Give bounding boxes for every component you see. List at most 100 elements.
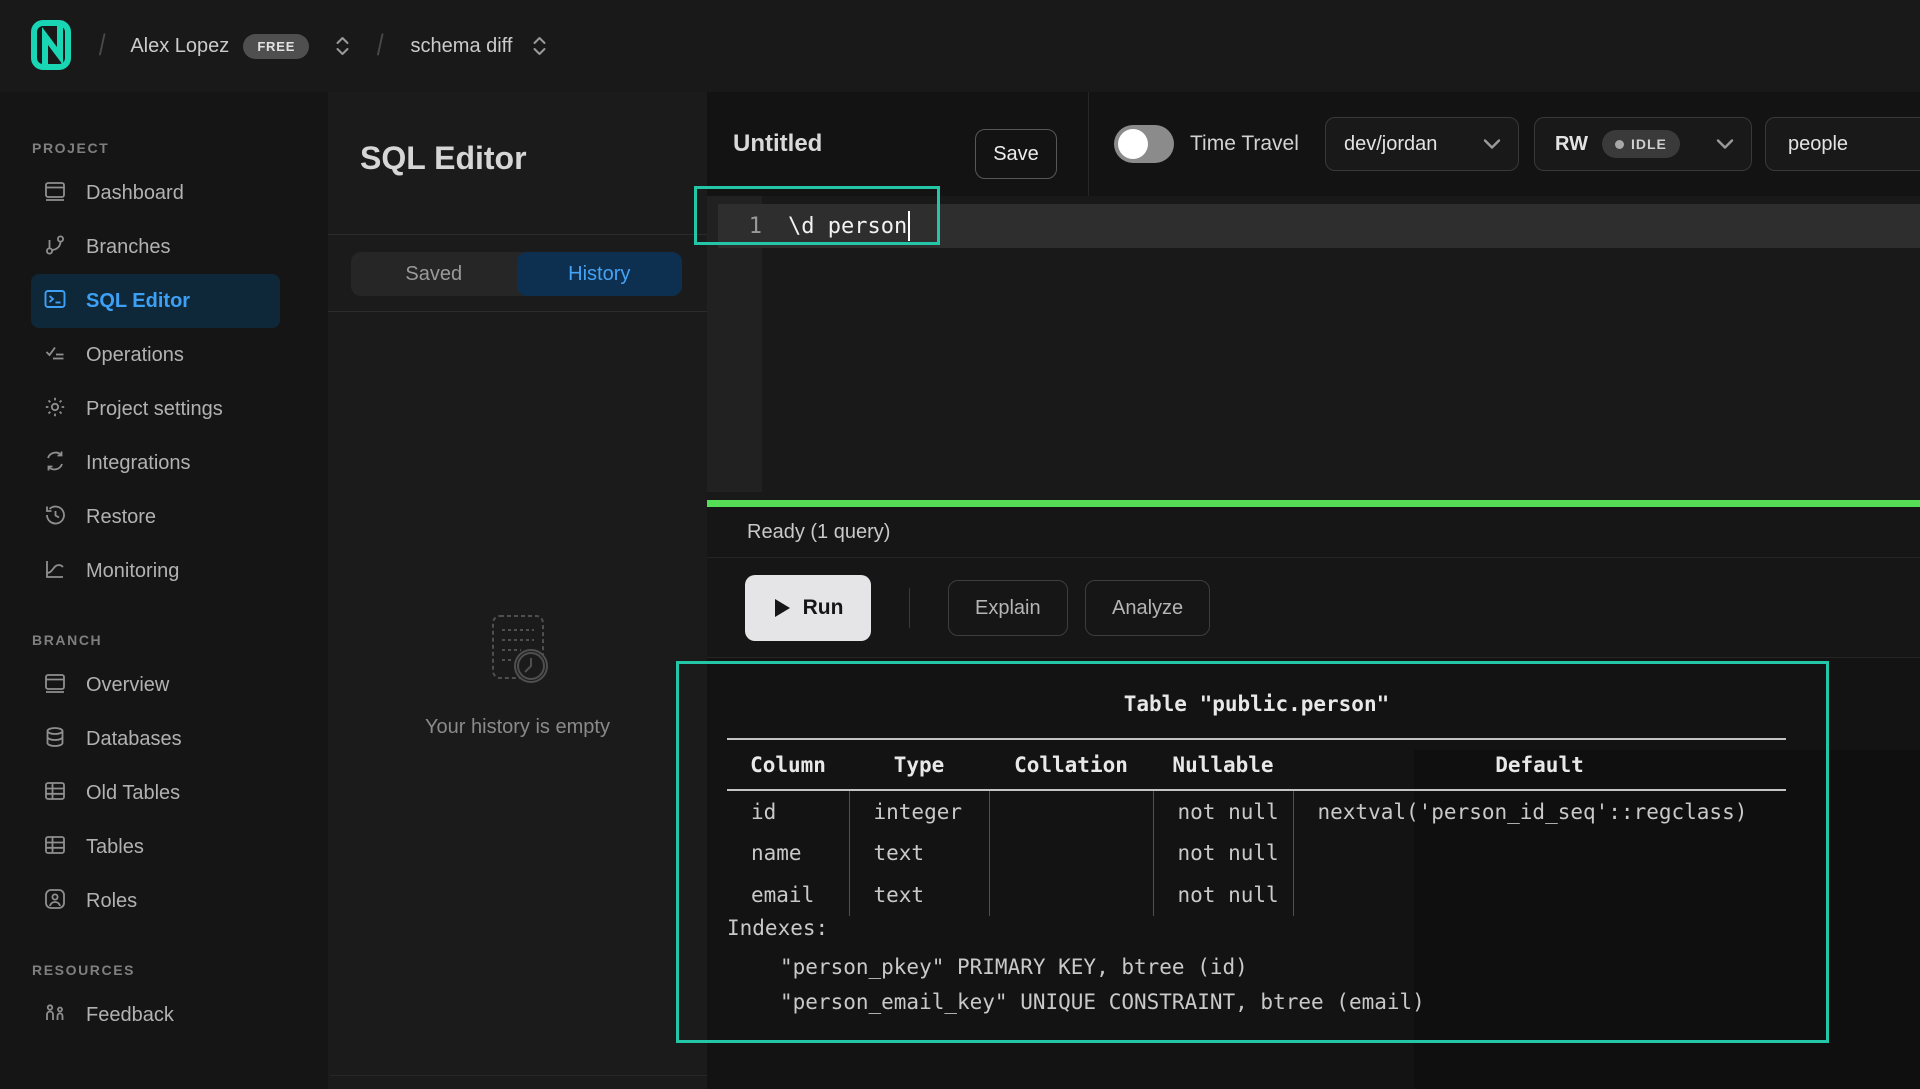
sidebar-item-sql-editor[interactable]: SQL Editor — [31, 274, 280, 328]
column-header: Collation — [989, 739, 1153, 790]
sql-editor-icon — [43, 287, 67, 316]
empty-history-icon — [481, 612, 555, 690]
time-travel-label: Time Travel — [1190, 132, 1299, 156]
sidebar-nav: PROJECT Dashboard Branches SQL Editor Op… — [0, 92, 328, 1089]
sidebar-item-project-settings[interactable]: Project settings — [31, 382, 280, 436]
sidebar-item-overview[interactable]: Overview — [31, 658, 280, 712]
result-table-header-row: Column Type Collation Nullable Default — [727, 739, 1786, 790]
sidebar-item-old-tables[interactable]: Old Tables — [31, 766, 280, 820]
chevron-down-icon — [1482, 138, 1502, 150]
project-switcher-chevrons-icon[interactable] — [335, 34, 350, 58]
empty-history-text: Your history is empty — [328, 716, 707, 739]
column-header: Column — [727, 739, 849, 790]
sidebar-item-label: Old Tables — [86, 782, 180, 805]
overview-icon — [43, 671, 67, 700]
branch-switcher-chevrons-icon[interactable] — [532, 34, 547, 58]
compute-status-text: IDLE — [1631, 136, 1667, 152]
column-header: Nullable — [1153, 739, 1293, 790]
operations-checklist-icon — [43, 341, 67, 370]
cell-column: name — [727, 832, 849, 874]
tab-history[interactable]: History — [517, 252, 683, 296]
table-row: id integer not null nextval('person_id_s… — [727, 790, 1786, 832]
sidebar-item-dashboard[interactable]: Dashboard — [31, 166, 280, 220]
editor-header: Untitled Save Time Travel dev/jordan RW … — [707, 92, 1920, 196]
sidebar-item-label: Feedback — [86, 1004, 174, 1027]
line-number: 1 — [718, 214, 762, 239]
neon-logo-icon[interactable] — [30, 20, 74, 72]
column-header: Type — [849, 739, 989, 790]
sidebar-item-roles[interactable]: Roles — [31, 874, 280, 928]
sidebar-item-label: SQL Editor — [86, 290, 190, 313]
plan-badge: FREE — [243, 34, 309, 59]
branch-breadcrumb[interactable]: schema diff — [411, 35, 513, 58]
table-icon — [43, 779, 67, 808]
sidebar-item-tables[interactable]: Tables — [31, 820, 280, 874]
breadcrumb-separator: / — [99, 29, 106, 63]
editor-active-line[interactable]: 1 \d person — [718, 204, 1920, 248]
git-branch-icon — [43, 233, 67, 262]
save-button[interactable]: Save — [975, 129, 1057, 179]
header-divider — [1088, 92, 1089, 196]
status-row: Ready (1 query) — [707, 507, 1920, 558]
query-title[interactable]: Untitled — [733, 130, 822, 158]
user-name[interactable]: Alex Lopez — [130, 35, 229, 58]
sidebar-item-label: Dashboard — [86, 182, 184, 205]
index-entry: "person_email_key" UNIQUE CONSTRAINT, bt… — [780, 990, 1425, 1014]
branch-select[interactable]: dev/jordan — [1325, 117, 1519, 171]
tabs-row: Saved History — [328, 235, 707, 312]
sidebar-item-monitoring[interactable]: Monitoring — [31, 544, 280, 598]
chevron-down-icon — [1715, 138, 1735, 150]
cell-collation — [989, 832, 1153, 874]
cell-nullable: not null — [1153, 790, 1293, 832]
sidebar-item-label: Databases — [86, 728, 182, 751]
sidebar-item-branches[interactable]: Branches — [31, 220, 280, 274]
sidebar-item-label: Operations — [86, 344, 184, 367]
sidebar-item-restore[interactable]: Restore — [31, 490, 280, 544]
panel-header: SQL Editor — [328, 92, 707, 235]
compute-status-badge: IDLE — [1602, 130, 1680, 158]
sidebar-item-databases[interactable]: Databases — [31, 712, 280, 766]
cell-type: text — [849, 874, 989, 916]
panel-footer-divider — [330, 1075, 707, 1076]
play-icon — [773, 598, 791, 618]
user-role-icon — [43, 887, 67, 916]
database-select[interactable]: people — [1765, 117, 1920, 171]
action-divider — [909, 588, 910, 628]
saved-history-tab-group: Saved History — [351, 252, 682, 296]
feedback-people-icon — [43, 1001, 67, 1030]
cell-collation — [989, 790, 1153, 832]
history-empty-state: Your history is empty — [328, 612, 707, 739]
result-table: Column Type Collation Nullable Default i… — [727, 738, 1786, 916]
time-travel-toggle[interactable] — [1114, 125, 1174, 163]
compute-select[interactable]: RW IDLE — [1534, 117, 1752, 171]
cell-default — [1293, 832, 1786, 874]
neon-console: / Alex Lopez FREE / schema diff PROJECT … — [0, 0, 1920, 1089]
explain-button[interactable]: Explain — [948, 580, 1068, 636]
page-title: SQL Editor — [360, 140, 527, 177]
sidebar-item-feedback[interactable]: Feedback — [31, 988, 280, 1042]
code-editor[interactable]: 1 \d person — [707, 196, 1920, 507]
cell-default: nextval('person_id_seq'::regclass) — [1293, 790, 1786, 832]
table-row: name text not null — [727, 832, 1786, 874]
branch-select-value: dev/jordan — [1344, 133, 1437, 156]
result-table-title: Table "public.person" — [727, 692, 1786, 716]
sidebar-item-label: Restore — [86, 506, 156, 529]
analyze-button[interactable]: Analyze — [1085, 580, 1210, 636]
restore-history-icon — [43, 503, 67, 532]
run-button-label: Run — [803, 596, 844, 620]
sidebar-section-branch: BRANCH — [0, 632, 328, 648]
sidebar-item-label: Tables — [86, 836, 144, 859]
table-icon — [43, 833, 67, 862]
integrations-icon — [43, 449, 67, 478]
column-header: Default — [1293, 739, 1786, 790]
cell-collation — [989, 874, 1153, 916]
sidebar-item-label: Branches — [86, 236, 171, 259]
sidebar-item-operations[interactable]: Operations — [31, 328, 280, 382]
database-select-value: people — [1788, 133, 1848, 156]
sidebar-item-label: Project settings — [86, 398, 223, 421]
run-button[interactable]: Run — [745, 575, 871, 641]
sidebar-item-integrations[interactable]: Integrations — [31, 436, 280, 490]
tab-saved[interactable]: Saved — [351, 252, 517, 296]
dashboard-icon — [43, 179, 67, 208]
table-row: email text not null — [727, 874, 1786, 916]
